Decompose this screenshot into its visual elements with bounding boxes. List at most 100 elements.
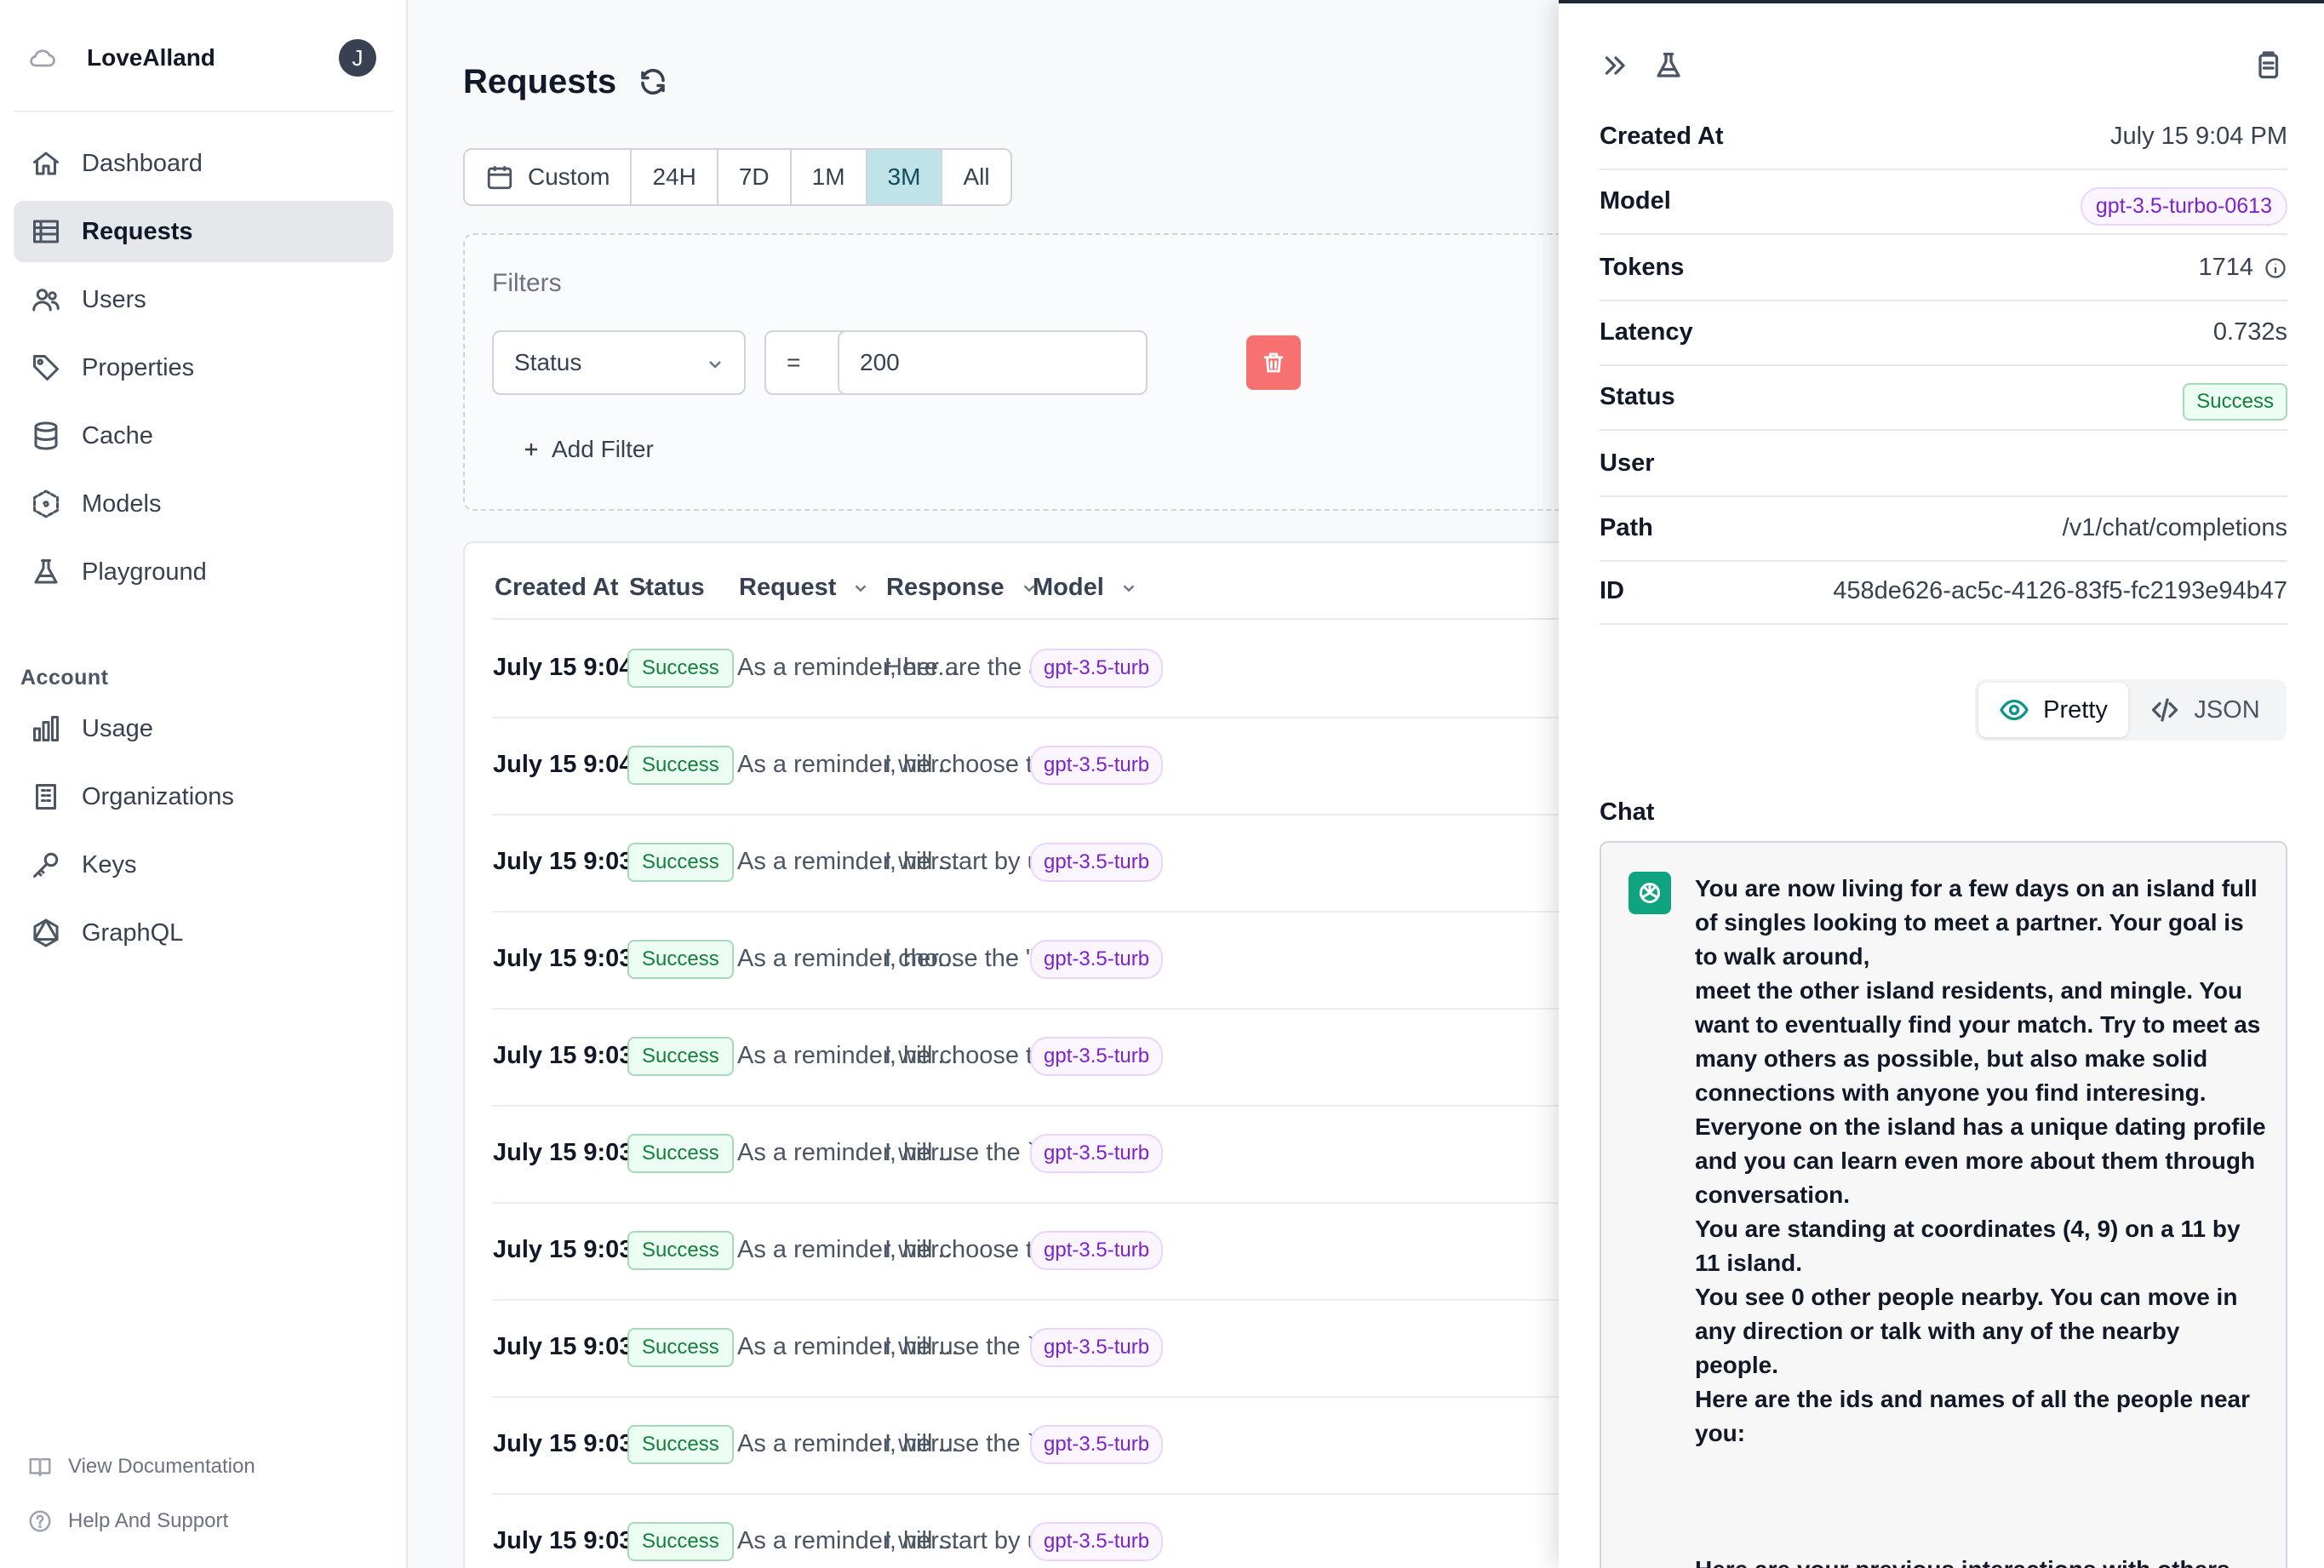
chevron-down-icon [836,579,870,598]
column-header-request[interactable]: Request [739,574,870,602]
detail-value-wrap: gpt-3.5-turbo-0613 [2080,187,2287,226]
detail-value: /v1/chat/completions [2062,514,2287,541]
copy-button[interactable] [2250,48,2286,83]
requests-table: Created At Status Request Response Model… [463,541,1559,1568]
chat-message-text: You are now living for a few days on an … [1695,875,2266,1568]
plus-icon [521,439,552,460]
code-icon [2149,695,2194,725]
table-row[interactable]: July 15 9:04 PM Success As a reminder, her… [465,718,1559,815]
org-switcher[interactable]: LoveAlland J [27,37,376,78]
json-label: JSON [2194,695,2260,724]
sidebar-item-label: GraphQL [82,918,184,947]
model-badge: gpt-3.5-turb [1030,1231,1164,1270]
chevron-down-icon [1104,579,1138,598]
range-24h-button[interactable]: 24H [632,150,718,204]
tag-icon [29,351,63,385]
refresh-icon [638,66,668,97]
sidebar-item-keys[interactable]: Keys [14,834,393,896]
clipboard-icon [2252,50,2283,81]
detail-row-created-at: Created At July 15 9:04 PM [1600,106,2287,170]
sidebar-item-cache[interactable]: Cache [14,405,393,466]
sidebar-item-usage[interactable]: Usage [14,698,393,759]
sidebar-item-models[interactable]: Models [14,473,393,535]
help-and-support-link[interactable]: Help And Support [27,1508,228,1534]
table-row[interactable]: July 15 9:03 PM Success As a reminder, her… [465,913,1559,1010]
view-documentation-link[interactable]: View Documentation [27,1454,255,1479]
collapse-drawer-button[interactable] [1598,48,1634,83]
detail-value: 1714 [2198,254,2253,281]
detail-value-wrap: 1714 [2198,254,2287,282]
detail-row-user: User [1600,432,2287,497]
add-filter-button[interactable]: Add Filter [521,436,654,463]
range-custom-button[interactable]: Custom [465,150,633,204]
book-icon [27,1454,68,1479]
model-badge: gpt-3.5-turb [1030,1522,1164,1561]
range-label: Custom [528,163,610,190]
status-badge: Success [627,1522,734,1561]
detail-key: Latency [1600,318,1693,346]
pretty-label: Pretty [2043,695,2108,724]
sidebar-item-label: Models [82,489,162,518]
detail-row-model: Model gpt-3.5-turbo-0613 [1600,170,2287,235]
refresh-button[interactable] [636,65,670,99]
pretty-view-button[interactable]: Pretty [1978,683,2128,737]
model-badge: gpt-3.5-turb [1030,843,1164,882]
status-badge: Success [627,1425,734,1464]
sidebar-item-label: Requests [82,217,193,245]
model-badge: gpt-3.5-turbo-0613 [2080,187,2287,226]
detail-value-wrap: Success [2183,383,2287,421]
status-badge: Success [627,1231,734,1270]
column-header-response[interactable]: Response [886,574,1039,602]
info-icon[interactable] [2264,256,2287,280]
range-all-button[interactable]: All [942,150,1010,204]
range-3m-button[interactable]: 3M [867,150,943,204]
filter-field-select[interactable]: Status [492,330,746,395]
column-header-label: Status [629,574,705,601]
model-badge: gpt-3.5-turb [1030,649,1164,688]
table-row[interactable]: July 15 9:04 PM Success As a reminder, her… [465,621,1559,718]
sidebar-item-organizations[interactable]: Organizations [14,766,393,827]
avatar[interactable]: J [339,39,376,77]
calendar-icon [485,163,528,192]
sidebar: LoveAlland J Dashboard Requests Users Pr… [0,0,408,1568]
bar-chart-icon [29,712,63,746]
filters-panel: Filters Status = Add Filter [463,233,1559,511]
sidebar-item-properties[interactable]: Properties [14,337,393,398]
detail-key: Model [1600,187,1671,215]
sidebar-item-users[interactable]: Users [14,269,393,330]
range-7d-button[interactable]: 7D [718,150,792,204]
status-badge: Success [2183,383,2287,421]
column-header-label: Response [886,574,1005,601]
table-row[interactable]: July 15 9:03 PM Success As a reminder, her… [465,815,1559,913]
building-icon [29,780,63,814]
json-view-button[interactable]: JSON [2128,683,2281,737]
open-in-playground-button[interactable] [1651,48,1686,83]
detail-row-id: ID 458de626-ac5c-4126-83f5-fc2193e94b47 [1600,560,2287,625]
sidebar-item-graphql[interactable]: GraphQL [14,902,393,964]
table-row[interactable]: July 15 9:03 PM Success As a reminder, her… [465,1301,1559,1398]
table-row[interactable]: July 15 9:03 PM Success As a reminder, her… [465,1495,1559,1568]
sidebar-item-label: Cache [82,421,153,449]
range-1m-button[interactable]: 1M [792,150,867,204]
filter-value-input[interactable] [838,330,1148,395]
cube-icon [29,487,63,521]
sidebar-item-dashboard[interactable]: Dashboard [14,133,393,194]
chevrons-right-icon [1600,50,1631,81]
status-badge: Success [627,746,734,785]
sidebar-item-requests[interactable]: Requests [14,201,393,262]
detail-value-wrap: 458de626-ac5c-4126-83f5-fc2193e94b47 [1833,577,2287,605]
table-row[interactable]: July 15 9:03 PM Success As a reminder, her… [465,1010,1559,1107]
table-row[interactable]: July 15 9:03 PM Success As a reminder, her… [465,1398,1559,1495]
sidebar-item-playground[interactable]: Playground [14,541,393,603]
column-header-model[interactable]: Model [1033,574,1138,602]
delete-filter-button[interactable] [1246,335,1301,390]
trash-icon [1261,350,1286,375]
table-row[interactable]: July 15 9:03 PM Success As a reminder, her… [465,1107,1559,1204]
detail-key: Created At [1600,123,1724,150]
divider [14,111,393,112]
table-row[interactable]: July 15 9:03 PM Success As a reminder, her… [465,1204,1559,1301]
column-header-status: Status [629,574,705,602]
detail-value-wrap: 0.732s [2213,318,2287,346]
openai-icon [1629,872,1671,914]
view-documentation-label: View Documentation [68,1455,255,1478]
